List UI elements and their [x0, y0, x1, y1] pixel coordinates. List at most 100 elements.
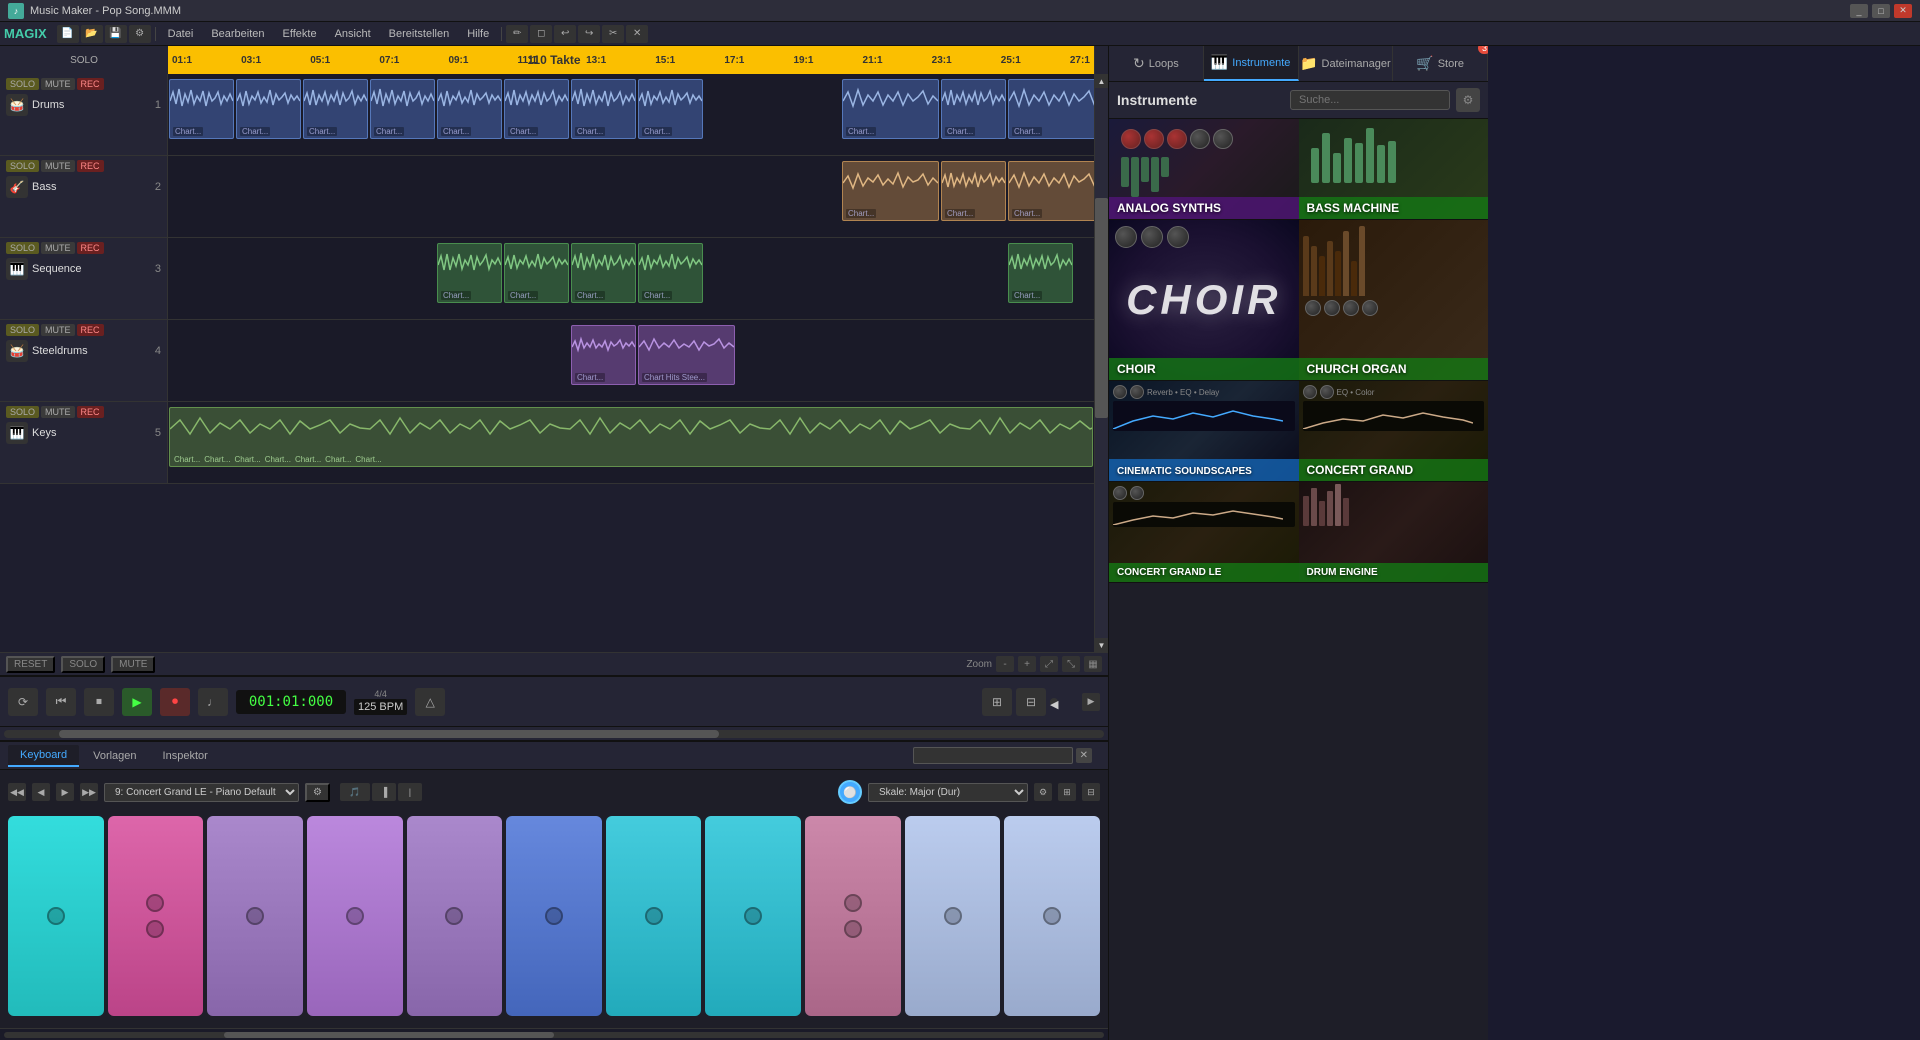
keys-track-content[interactable]: Chart... Chart... Chart... Chart... Char…: [168, 402, 1094, 483]
choir-card[interactable]: CHOIR CHOIR: [1109, 220, 1299, 380]
bass-clip-1[interactable]: Chart...: [842, 161, 939, 221]
menu-bereitstellen[interactable]: Bereitstellen: [381, 26, 458, 42]
keyboard-scrollbar-thumb[interactable]: [224, 1032, 554, 1038]
scroll-down-button[interactable]: ▼: [1095, 638, 1108, 652]
drums-clip-6[interactable]: Chart...: [504, 79, 569, 139]
sequence-clip-2[interactable]: Chart...: [504, 243, 569, 303]
bass-fader-7[interactable]: [1377, 145, 1385, 183]
preset-next2-button[interactable]: ▶▶: [80, 783, 98, 801]
scroll-thumb[interactable]: [1095, 198, 1108, 418]
sequence-solo-button[interactable]: SOLO: [6, 242, 39, 254]
piano-key-1[interactable]: [8, 816, 104, 1016]
maximize-button[interactable]: □: [1872, 4, 1890, 18]
menu-ansicht[interactable]: Ansicht: [327, 26, 379, 42]
con-knob-1[interactable]: [1303, 385, 1317, 399]
synth-knob-3[interactable]: [1167, 129, 1187, 149]
tool-draw[interactable]: ✏: [506, 25, 528, 43]
menu-bearbeiten[interactable]: Bearbeiten: [203, 26, 272, 42]
analog-synths-card[interactable]: ANALOG SYNTHS: [1109, 119, 1299, 219]
concert-grand-le-card[interactable]: CONCERT GRAND LE: [1109, 482, 1299, 582]
reset-button[interactable]: RESET: [6, 656, 55, 673]
sequence-clip-3[interactable]: Chart...: [571, 243, 636, 303]
steeldrums-rec-button[interactable]: REC: [77, 324, 104, 336]
play-button[interactable]: ▶: [122, 688, 152, 716]
close-button[interactable]: ✕: [1894, 4, 1912, 18]
steeldrums-track-content[interactable]: Chart... Chart Hits Stee...: [168, 320, 1094, 401]
h-scroll-thumb[interactable]: [59, 730, 719, 738]
drums-clip-10[interactable]: Chart...: [941, 79, 1006, 139]
grid-button[interactable]: ⊞: [982, 688, 1012, 716]
dateimanager-tab[interactable]: 📁 Dateimanager: [1299, 46, 1394, 81]
tracks-vertical-scrollbar[interactable]: ▲ ▼: [1094, 74, 1108, 652]
kb-mode-1[interactable]: 🎵: [340, 783, 370, 801]
bass-mute-button[interactable]: MUTE: [41, 160, 75, 172]
drums-clip-4[interactable]: Chart...: [370, 79, 435, 139]
vorlagen-tab[interactable]: Vorlagen: [81, 746, 148, 766]
sequence-clip-4[interactable]: Chart...: [638, 243, 703, 303]
drum-fader-3[interactable]: [1319, 501, 1325, 526]
piano-key-8[interactable]: [705, 816, 801, 1016]
keys-mute-button[interactable]: MUTE: [41, 406, 75, 418]
synth-knob-1[interactable]: [1121, 129, 1141, 149]
menu-effekte[interactable]: Effekte: [275, 26, 325, 42]
preset-settings-button[interactable]: ⚙: [305, 783, 330, 802]
zoom-in-button[interactable]: +: [1018, 656, 1036, 672]
sequence-rec-button[interactable]: REC: [77, 242, 104, 254]
open-file-button[interactable]: 📂: [81, 25, 103, 43]
redo-button[interactable]: ↪: [578, 25, 600, 43]
sequence-clip-1[interactable]: Chart...: [437, 243, 502, 303]
steeldrums-clip-1[interactable]: Chart...: [571, 325, 636, 385]
tool-misc[interactable]: ✂: [602, 25, 624, 43]
con-knob-2[interactable]: [1320, 385, 1334, 399]
drum-fader-4[interactable]: [1327, 491, 1333, 526]
solo-all-button[interactable]: SOLO: [61, 656, 105, 673]
fader-4[interactable]: [1151, 157, 1159, 192]
mute-all-button[interactable]: MUTE: [111, 656, 155, 673]
drums-clip-11[interactable]: Chart...: [1008, 79, 1094, 139]
metronome-button[interactable]: ♩: [198, 688, 228, 716]
church-organ-card[interactable]: CHURCH ORGAN: [1299, 220, 1489, 380]
choir-knob-2[interactable]: [1141, 226, 1163, 248]
piano-key-4[interactable]: [307, 816, 403, 1016]
piano-key-11[interactable]: [1004, 816, 1100, 1016]
scale-select[interactable]: Skale: Major (Dur): [868, 783, 1028, 802]
cinematic-card[interactable]: Reverb • EQ • Delay CINEMATIC SOUNDSCAPE…: [1109, 381, 1299, 481]
bass-fader-6[interactable]: [1366, 128, 1374, 183]
fit-button[interactable]: ⤢: [1040, 656, 1058, 672]
bass-fader-2[interactable]: [1322, 133, 1330, 183]
le-knob-2[interactable]: [1130, 486, 1144, 500]
inspektor-tab[interactable]: Inspektor: [151, 746, 220, 766]
bass-fader-8[interactable]: [1388, 141, 1396, 183]
sequence-clip-5[interactable]: Chart...: [1008, 243, 1073, 303]
stop-button[interactable]: ⏹: [84, 688, 114, 716]
le-knob-1[interactable]: [1113, 486, 1127, 500]
rewind-button[interactable]: ⏮: [46, 688, 76, 716]
view-button[interactable]: ▦: [1084, 656, 1102, 672]
drums-clip-8[interactable]: Chart...: [638, 79, 703, 139]
bottom-search-close[interactable]: ✕: [1076, 748, 1092, 763]
drums-rec-button[interactable]: REC: [77, 78, 104, 90]
kb-extra-button[interactable]: ⊞: [1058, 783, 1076, 801]
steeldrums-clip-2[interactable]: Chart Hits Stee...: [638, 325, 735, 385]
keys-clips-full[interactable]: Chart... Chart... Chart... Chart... Char…: [169, 407, 1093, 467]
scroll-left-btn[interactable]: ◀: [1050, 698, 1058, 706]
keys-solo-button[interactable]: SOLO: [6, 406, 39, 418]
menu-datei[interactable]: Datei: [160, 26, 202, 42]
view-toggle-button[interactable]: ⊟: [1016, 688, 1046, 716]
bass-track-content[interactable]: Chart... Chart... Chart...: [168, 156, 1094, 237]
bass-clip-2[interactable]: Chart...: [941, 161, 1006, 221]
drums-mute-button[interactable]: MUTE: [41, 78, 75, 90]
piano-key-10[interactable]: [905, 816, 1001, 1016]
fader-5[interactable]: [1161, 157, 1169, 177]
bass-fader-1[interactable]: [1311, 148, 1319, 183]
synth-knob-5[interactable]: [1213, 129, 1233, 149]
store-tab[interactable]: 🛒 Store 3: [1393, 46, 1488, 81]
steeldrums-mute-button[interactable]: MUTE: [41, 324, 75, 336]
choir-knob-3[interactable]: [1167, 226, 1189, 248]
scroll-up-button[interactable]: ▲: [1095, 74, 1108, 88]
loops-tab[interactable]: ↻ Loops: [1109, 46, 1204, 81]
sequence-mute-button[interactable]: MUTE: [41, 242, 75, 254]
record-indicator[interactable]: ⚪: [838, 780, 862, 804]
close-project-button[interactable]: ✕: [626, 25, 648, 43]
synth-knob-4[interactable]: [1190, 129, 1210, 149]
